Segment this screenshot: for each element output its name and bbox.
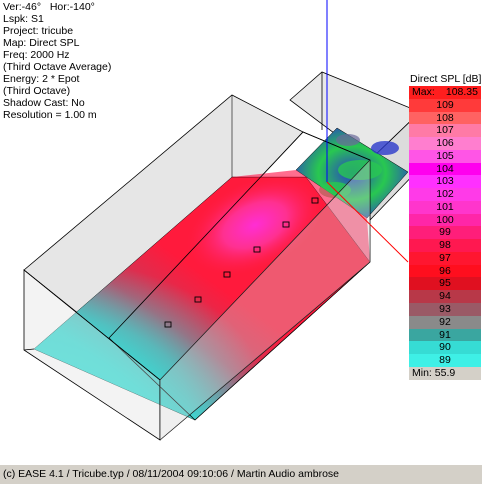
legend-max-value: 108.35 <box>445 86 478 98</box>
legend-min-row: Min: 55.9 <box>409 366 481 380</box>
legend-step: 107 <box>409 124 481 138</box>
resolution-label: Resolution = 1.00 m <box>3 109 97 121</box>
average-label: (Third Octave Average) <box>3 61 112 73</box>
legend-step: 99 <box>409 226 481 240</box>
legend-step-value: 100 <box>436 213 454 226</box>
legend-title: Direct SPL [dB] <box>410 73 482 85</box>
legend-step-value: 103 <box>436 175 454 188</box>
legend-step-value: 95 <box>439 277 451 290</box>
legend-steps: 109 108 107 106 105 104 103 102 101 100 99 98 97 96 95… <box>409 98 481 367</box>
legend-step-value: 93 <box>439 303 451 316</box>
legend-max-label: Max: <box>412 86 435 98</box>
octave-label: (Third Octave) <box>3 85 71 97</box>
legend-step-value: 109 <box>436 98 454 111</box>
color-legend: Direct SPL [dB] Max: 108.35 109 108 107 106… <box>409 73 481 380</box>
legend-step: 91 <box>409 328 481 342</box>
view-info-panel: Ver:-46° Hor:-140° Lspk: S1 Project: tri… <box>3 1 111 121</box>
legend-step: 100 <box>409 213 481 227</box>
legend-step-value: 89 <box>439 354 451 367</box>
legend-min-label: Min: <box>412 366 432 379</box>
legend-max-row: Max: 108.35 <box>409 86 481 99</box>
legend-step: 104 <box>409 162 481 176</box>
view-angles: Ver:-46° Hor:-140° <box>3 1 95 13</box>
legend-step-value: 105 <box>436 149 454 162</box>
legend-step-value: 104 <box>436 162 454 175</box>
legend-step-value: 90 <box>439 341 451 354</box>
legend-step: 96 <box>409 264 481 278</box>
legend-step-value: 91 <box>439 328 451 341</box>
legend-step-value: 108 <box>436 111 454 124</box>
legend-step: 101 <box>409 200 481 214</box>
legend-step: 106 <box>409 137 481 150</box>
legend-step-value: 92 <box>439 315 451 328</box>
legend-step-value: 94 <box>439 290 451 303</box>
legend-step: 95 <box>409 277 481 291</box>
legend-step: 92 <box>409 315 481 329</box>
legend-step-value: 106 <box>436 137 454 150</box>
legend-step-value: 96 <box>439 264 451 277</box>
frequency-label: Freq: 2000 Hz <box>3 49 70 61</box>
legend-step: 102 <box>409 188 481 201</box>
legend-step-value: 98 <box>439 239 451 252</box>
legend-step: 105 <box>409 149 481 163</box>
status-bar: (c) EASE 4.1 / Tricube.typ / 08/11/2004 … <box>0 464 482 484</box>
legend-step: 109 <box>409 98 481 112</box>
legend-step-value: 101 <box>436 200 454 213</box>
legend-step-value: 102 <box>436 188 454 201</box>
legend-min-value: 55.9 <box>434 366 456 379</box>
legend-step: 94 <box>409 290 481 304</box>
legend-step: 90 <box>409 341 481 355</box>
legend-step-value: 97 <box>439 251 451 264</box>
energy-label: Energy: 2 * Epot <box>3 73 80 85</box>
shadow-label: Shadow Cast: No <box>3 97 85 109</box>
loudspeaker-label: Lspk: S1 <box>3 13 44 25</box>
legend-step: 93 <box>409 303 481 316</box>
legend-step: 103 <box>409 175 481 189</box>
project-label: Project: tricube <box>3 25 74 37</box>
map-label: Map: Direct SPL <box>3 37 80 49</box>
legend-step-value: 107 <box>436 124 454 137</box>
3d-viewport[interactable]: Ver:-46° Hor:-140° Lspk: S1 Project: tri… <box>0 0 482 464</box>
legend-step-value: 99 <box>439 226 451 239</box>
legend-step: 108 <box>409 111 481 125</box>
legend-step: 89 <box>409 354 481 367</box>
legend-step: 97 <box>409 251 481 265</box>
legend-step: 98 <box>409 239 481 252</box>
status-text: (c) EASE 4.1 / Tricube.typ / 08/11/2004 … <box>3 468 339 480</box>
